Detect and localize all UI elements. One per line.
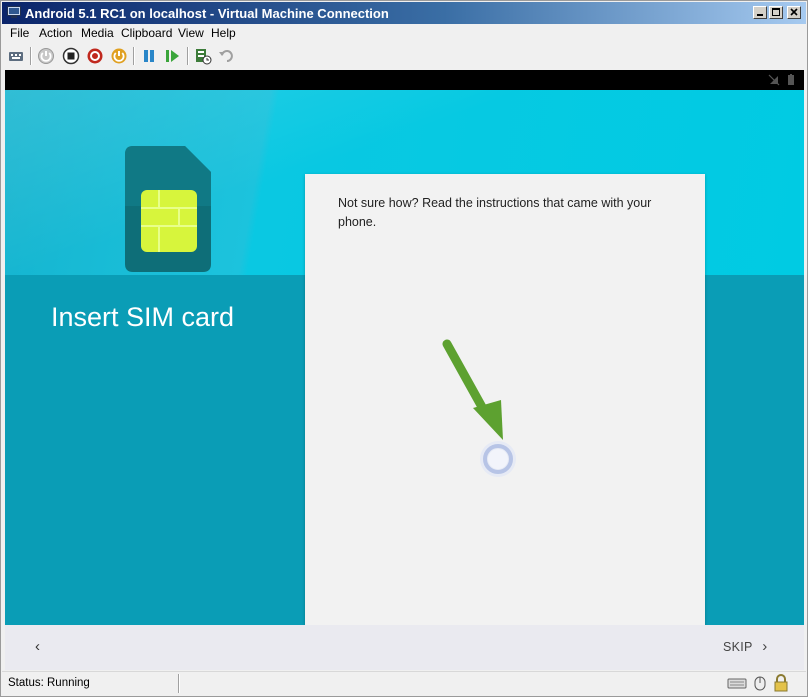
minimize-icon bbox=[757, 14, 763, 16]
instructions-text: Not sure how? Read the instructions that… bbox=[338, 196, 652, 229]
status-text: Status: Running bbox=[8, 677, 90, 689]
setup-nav-bar: ‹ SKIP › bbox=[5, 625, 804, 670]
menu-help[interactable]: Help bbox=[211, 26, 236, 40]
toolbar-separator bbox=[187, 47, 189, 65]
start-icon[interactable] bbox=[37, 47, 55, 65]
menu-clipboard[interactable]: Clipboard bbox=[121, 26, 172, 40]
menu-media[interactable]: Media bbox=[81, 26, 114, 40]
maximize-icon bbox=[772, 8, 780, 16]
menu-action[interactable]: Action bbox=[39, 26, 72, 40]
lock-icon bbox=[774, 674, 788, 692]
mouse-icon bbox=[754, 676, 766, 691]
android-status-bar bbox=[5, 70, 804, 90]
revert-icon[interactable] bbox=[218, 47, 236, 65]
toolbar-separator bbox=[133, 47, 135, 65]
shutdown-icon[interactable] bbox=[86, 47, 104, 65]
vm-connection-icon bbox=[7, 6, 21, 18]
vm-connection-window: Android 5.1 RC1 on localhost - Virtual M… bbox=[0, 0, 808, 697]
turn-off-icon[interactable] bbox=[62, 47, 80, 65]
keyboard-icon bbox=[727, 678, 747, 689]
sim-card-icon bbox=[125, 146, 211, 272]
status-bar: Status: Running bbox=[2, 671, 806, 696]
resume-icon[interactable] bbox=[163, 47, 181, 65]
status-divider bbox=[178, 674, 180, 693]
skip-button[interactable]: SKIP › bbox=[723, 638, 768, 655]
menu-bar: File Action Media Clipboard View Help bbox=[2, 24, 806, 43]
checkpoint-icon[interactable] bbox=[194, 47, 212, 65]
minimize-button[interactable] bbox=[753, 6, 767, 19]
toolbar bbox=[2, 43, 806, 69]
menu-file[interactable]: File bbox=[10, 26, 29, 40]
power-icon[interactable] bbox=[110, 47, 128, 65]
window-title: Android 5.1 RC1 on localhost - Virtual M… bbox=[25, 6, 389, 21]
ctrl-alt-del-icon[interactable] bbox=[7, 47, 25, 65]
menu-view[interactable]: View bbox=[178, 26, 204, 40]
android-status-icons bbox=[768, 74, 794, 86]
toolbar-separator bbox=[30, 47, 32, 65]
title-bar[interactable]: Android 5.1 RC1 on localhost - Virtual M… bbox=[2, 2, 806, 24]
maximize-button[interactable] bbox=[769, 6, 783, 19]
skip-label: SKIP bbox=[723, 640, 753, 654]
vm-display[interactable]: Insert SIM card Not sure how? Read the i… bbox=[5, 70, 804, 670]
page-title: Insert SIM card bbox=[51, 302, 235, 332]
close-button[interactable] bbox=[787, 6, 801, 19]
back-button[interactable]: ‹ bbox=[35, 638, 40, 655]
close-icon bbox=[790, 8, 798, 16]
pointer-arrow-icon bbox=[442, 339, 503, 440]
pause-icon[interactable] bbox=[140, 47, 158, 65]
chevron-right-icon: › bbox=[762, 638, 768, 655]
